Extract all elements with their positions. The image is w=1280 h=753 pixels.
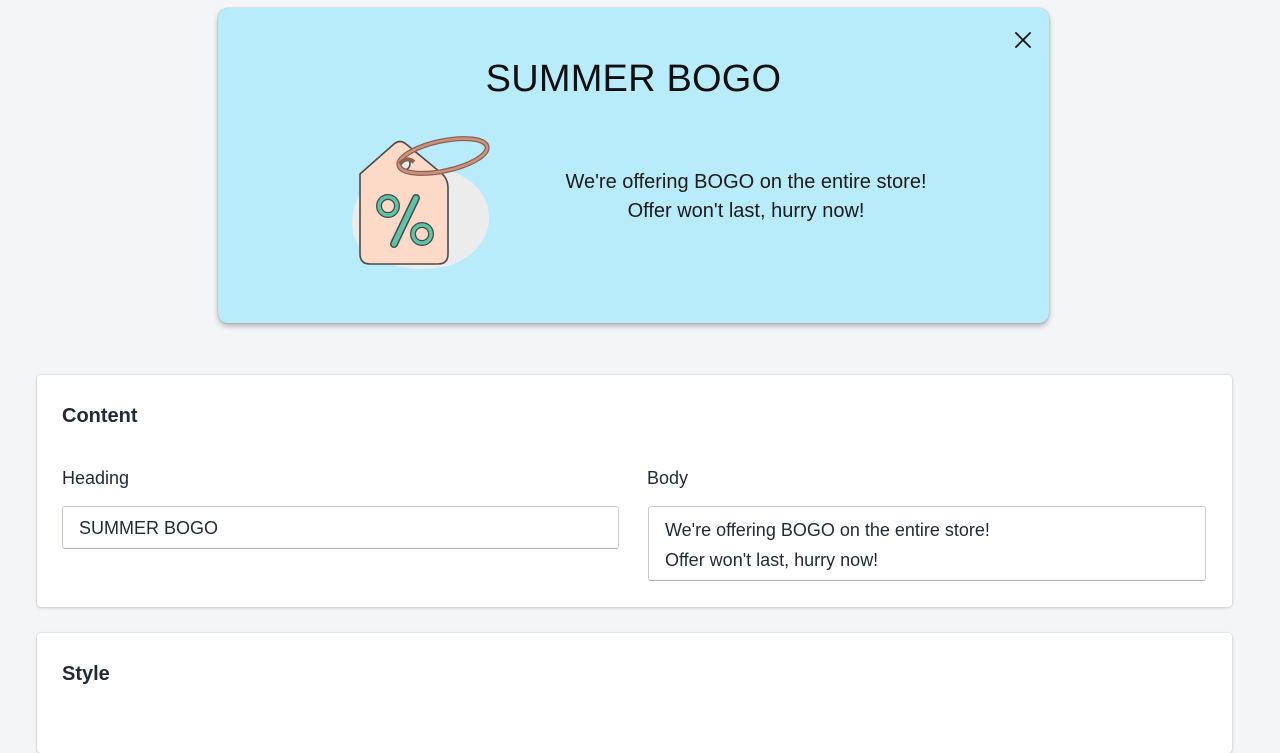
close-button[interactable] <box>1011 28 1035 52</box>
body-textarea[interactable]: We're offering BOGO on the entire store!… <box>648 506 1206 581</box>
popup-heading: SUMMER BOGO <box>485 58 782 100</box>
popup-body-line: We're offering BOGO on the entire store! <box>565 171 927 193</box>
content-card: Content Heading SUMMER BOGO Body We're o… <box>37 375 1232 607</box>
percent-price-tag-icon <box>352 136 490 269</box>
popup-body: We're offering BOGO on the entire store!… <box>518 168 974 226</box>
card-title: Content <box>62 405 138 427</box>
popup-preview: SUMMER BOGO We're offering BOGO on the e… <box>218 8 1049 323</box>
heading-input[interactable]: SUMMER BOGO <box>62 506 619 549</box>
popup-body-line: Offer won't last, hurry now! <box>627 200 865 222</box>
close-icon <box>1015 32 1031 48</box>
body-label: Body <box>647 468 689 488</box>
heading-label: Heading <box>62 468 130 488</box>
card-title: Style <box>62 663 110 685</box>
style-card: Style <box>37 633 1232 753</box>
